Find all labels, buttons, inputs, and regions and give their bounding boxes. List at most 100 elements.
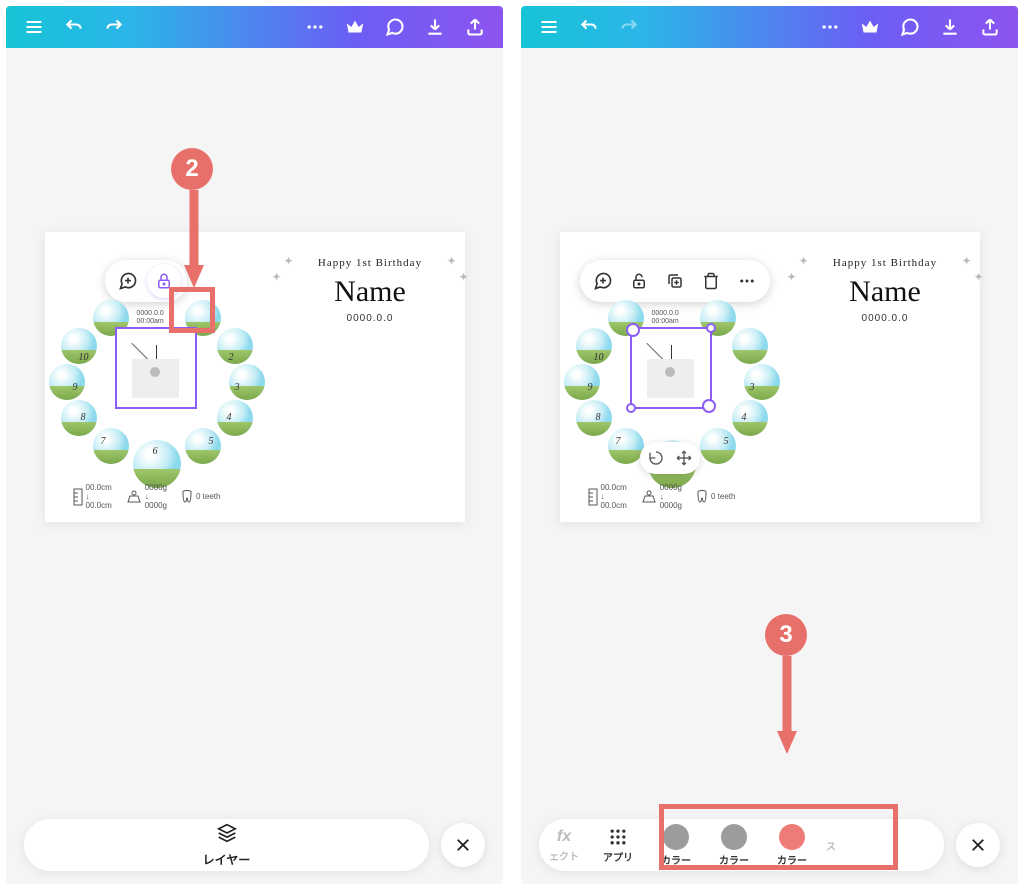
scale-icon: 0000g↓0000g (126, 483, 167, 510)
birthday-arc-text: Happy 1st Birthday (801, 257, 970, 269)
metrics-row: 00.0cm↓00.0cm 0000g↓0000g 0 teeth (73, 483, 221, 510)
name-text: Name (286, 275, 455, 309)
share-icon[interactable] (457, 9, 493, 45)
color-button-1[interactable]: カラー (647, 824, 705, 867)
undo-icon[interactable] (56, 9, 92, 45)
color-button-3[interactable]: カラー (763, 824, 821, 867)
clock-num: 9 (588, 382, 593, 393)
move-icon[interactable] (670, 444, 698, 472)
clock-num: 8 (81, 412, 86, 423)
download-icon[interactable] (932, 9, 968, 45)
tool-pill: fx ェクト アプリ カラー カラー カラー ス (539, 819, 944, 871)
star-icon: ✦ (973, 270, 983, 284)
annotation-arrow-3 (777, 656, 797, 756)
cut-item[interactable]: ス (821, 838, 841, 853)
star-icon: ✦ (446, 254, 456, 268)
close-icon (969, 836, 987, 854)
trash-icon[interactable] (694, 264, 728, 298)
clock-design: 0000.0.000:00am 1 2 3 4 5 6 (45, 232, 276, 522)
rotate-icon[interactable] (642, 444, 670, 472)
annotation-badge-3: 3 (765, 614, 807, 656)
share-icon[interactable] (972, 9, 1008, 45)
effects-label: ェクト (549, 848, 579, 863)
bottom-toolbar: レイヤー (6, 806, 503, 884)
context-toolbar (105, 260, 187, 302)
canvas-area[interactable]: 0000.0.000:00am 3 4 5 7 8 9 10 (521, 48, 1018, 806)
unlock-icon[interactable] (622, 264, 656, 298)
clock-num: 5 (209, 436, 214, 447)
ruler-icon: 00.0cm↓00.0cm (588, 483, 627, 510)
resize-handle[interactable] (706, 323, 716, 333)
menu-icon[interactable] (16, 9, 52, 45)
redo-icon[interactable] (96, 9, 132, 45)
crown-icon[interactable] (337, 9, 373, 45)
design-canvas[interactable]: 0000.0.000:00am 1 2 3 4 5 6 (45, 232, 465, 522)
photo-bubble (732, 328, 768, 364)
comment-add-icon[interactable] (586, 264, 620, 298)
name-panel: ✦ ✦ ✦ ✦ Happy 1st Birthday Name 0000.0.0 (791, 232, 980, 522)
more-icon[interactable] (730, 264, 764, 298)
clock-num: 5 (724, 436, 729, 447)
star-icon: ✦ (961, 254, 971, 268)
photo-bubble (608, 428, 644, 464)
more-icon[interactable] (297, 9, 333, 45)
close-icon (454, 836, 472, 854)
placeholder-image-icon (132, 359, 179, 398)
star-icon: ✦ (272, 270, 282, 284)
color-label: カラー (661, 852, 691, 867)
color-button-2[interactable]: カラー (705, 824, 763, 867)
screen-left: 2 0000.0.000:00am (6, 6, 503, 884)
comment-add-icon[interactable] (111, 264, 145, 298)
name-text: Name (801, 275, 970, 309)
redo-icon[interactable] (611, 9, 647, 45)
photo-bubble (700, 428, 736, 464)
comment-icon[interactable] (892, 9, 928, 45)
screen-right: 0000.0.000:00am 3 4 5 7 8 9 10 (521, 6, 1018, 884)
download-icon[interactable] (417, 9, 453, 45)
more-icon[interactable] (812, 9, 848, 45)
color-label: カラー (719, 852, 749, 867)
metrics-row: 00.0cm↓00.0cm 0000g↓0000g 0 teeth (588, 483, 736, 510)
close-button[interactable] (956, 823, 1000, 867)
clock-num: 6 (153, 446, 158, 457)
layers-button[interactable]: レイヤー (24, 819, 429, 871)
time-label: 0000.0.000:00am (652, 310, 679, 327)
layers-icon (217, 823, 237, 843)
color-swatch-icon (721, 824, 747, 850)
topbar (6, 6, 503, 48)
selected-photo-frame[interactable] (115, 327, 197, 409)
clock-num: 10 (79, 352, 89, 363)
comment-icon[interactable] (377, 9, 413, 45)
apps-button[interactable]: アプリ (589, 827, 647, 864)
selected-photo-frame[interactable] (630, 327, 712, 409)
photo-bubble (217, 400, 253, 436)
clock-num: 10 (594, 352, 604, 363)
lock-icon[interactable] (147, 264, 181, 298)
undo-icon[interactable] (571, 9, 607, 45)
clock-design: 0000.0.000:00am 3 4 5 7 8 9 10 (560, 232, 791, 522)
apps-label: アプリ (603, 849, 633, 864)
resize-handle[interactable] (626, 403, 636, 413)
clock-num: 9 (73, 382, 78, 393)
clock-num: 1 (211, 324, 216, 335)
tooth-icon: 0 teeth (181, 490, 220, 504)
crown-icon[interactable] (852, 9, 888, 45)
close-button[interactable] (441, 823, 485, 867)
clock-num: 2 (229, 352, 234, 363)
color-swatch-icon (663, 824, 689, 850)
design-canvas[interactable]: 0000.0.000:00am 3 4 5 7 8 9 10 (560, 232, 980, 522)
cut-label: ス (826, 838, 836, 853)
clock-num: 3 (750, 382, 755, 393)
star-icon: ✦ (799, 254, 809, 268)
star-icon: ✦ (458, 270, 468, 284)
placeholder-image-icon (647, 359, 694, 398)
duplicate-icon[interactable] (658, 264, 692, 298)
rotate-move-handles (640, 442, 700, 474)
star-icon: ✦ (284, 254, 294, 268)
canvas-area[interactable]: 2 0000.0.000:00am (6, 48, 503, 806)
effects-button[interactable]: fx ェクト (549, 828, 589, 863)
menu-icon[interactable] (531, 9, 567, 45)
clock-num: 7 (616, 436, 621, 447)
clock-num: 3 (235, 382, 240, 393)
tooth-icon: 0 teeth (696, 490, 735, 504)
